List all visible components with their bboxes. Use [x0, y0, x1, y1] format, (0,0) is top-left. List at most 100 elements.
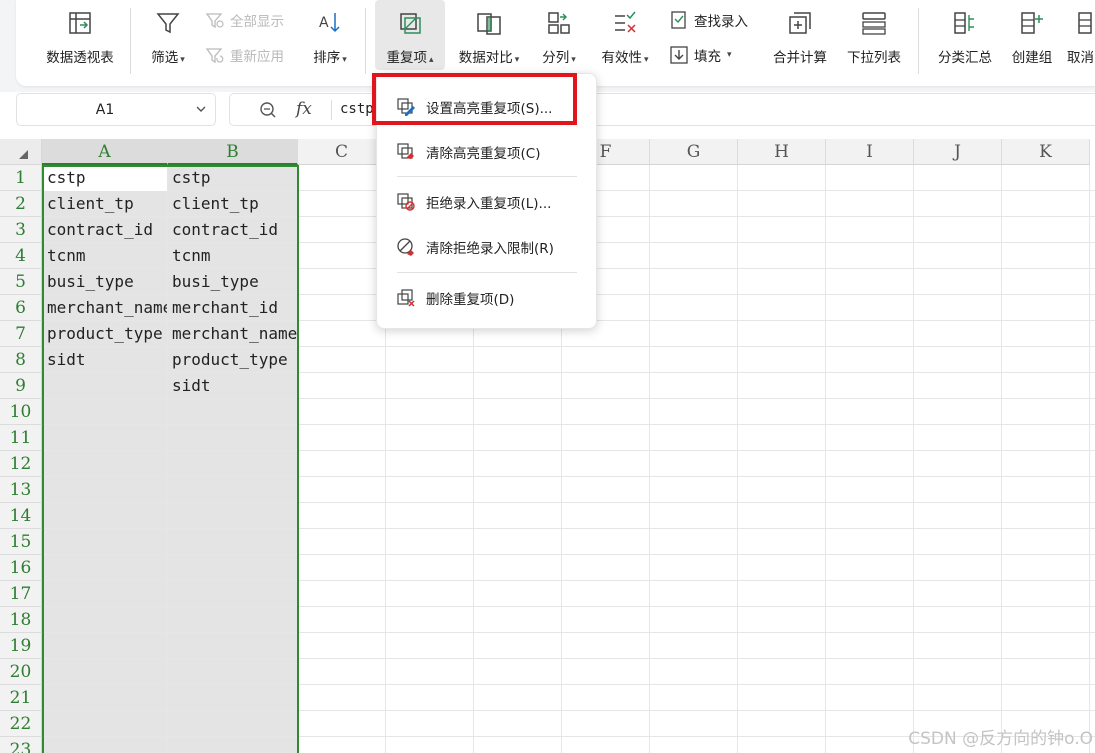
data-compare-button[interactable]: 数据对比 ▾: [452, 0, 526, 70]
row-header-18[interactable]: 18: [0, 607, 42, 633]
row-header-21[interactable]: 21: [0, 685, 42, 711]
watermark: CSDN @反方向的钟o.O: [908, 729, 1093, 749]
chevron-down-icon: ▾: [727, 50, 732, 60]
row-header-9[interactable]: 9: [0, 373, 42, 399]
reapply-button[interactable]: 重新应用: [205, 45, 284, 65]
validity-label: 有效性: [601, 50, 642, 66]
column-header-i[interactable]: I: [826, 139, 914, 165]
dropdown-list-button[interactable]: 下拉列表: [838, 0, 910, 70]
chevron-down-icon[interactable]: [195, 103, 207, 115]
menu-item-label: 清除高亮重复项(C): [426, 146, 541, 162]
sort-button[interactable]: A 排序 ▾: [306, 0, 354, 70]
menu-item-clear-restriction[interactable]: 清除拒绝录入限制(R): [377, 232, 596, 262]
name-box-value: A1: [95, 102, 115, 118]
pivot-table-label: 数据透视表: [46, 50, 114, 66]
consolidate-button[interactable]: 合并计算: [766, 0, 834, 70]
row-header-2[interactable]: 2: [0, 191, 42, 217]
column-header-c[interactable]: C: [298, 139, 386, 165]
pivot-table-button[interactable]: 数据透视表: [38, 0, 122, 70]
show-all-label: 全部显示: [230, 14, 284, 30]
selection-border: [42, 165, 299, 753]
grid-vline: [825, 165, 826, 753]
find-entry-label: 查找录入: [694, 14, 748, 30]
validity-button[interactable]: 有效性 ▾: [594, 0, 656, 70]
duplicates-button[interactable]: 重复项 ▴: [375, 0, 445, 70]
duplicates-icon: [400, 13, 421, 34]
split-column-label: 分列: [542, 50, 570, 66]
formula-input[interactable]: cstp: [340, 101, 374, 117]
filter-button[interactable]: 筛选 ▾: [140, 0, 196, 70]
row-header-8[interactable]: 8: [0, 347, 42, 373]
row-header-14[interactable]: 14: [0, 503, 42, 529]
zoom-icon[interactable]: [259, 101, 277, 119]
fx-icon[interactable]: fx: [296, 99, 312, 119]
fill-icon: [670, 46, 688, 64]
row-header-17[interactable]: 17: [0, 581, 42, 607]
annotation-highlight-box: [372, 73, 577, 125]
row-header-10[interactable]: 10: [0, 399, 42, 425]
row-header-13[interactable]: 13: [0, 477, 42, 503]
ungroup-button[interactable]: 取消: [1064, 0, 1095, 70]
subtotal-icon: [954, 12, 974, 34]
row-header-11[interactable]: 11: [0, 425, 42, 451]
row-header-12[interactable]: 12: [0, 451, 42, 477]
split-column-button[interactable]: 分列 ▾: [534, 0, 584, 70]
find-entry-icon: [671, 11, 686, 29]
column-header-b[interactable]: B: [168, 139, 298, 165]
chevron-up-icon: ▴: [428, 55, 434, 65]
subtotal-button[interactable]: 分类汇总: [928, 0, 1002, 70]
clear-restriction-icon: [397, 238, 414, 256]
consolidate-label: 合并计算: [773, 50, 827, 66]
menu-item-clear-highlight[interactable]: 清除高亮重复项(C): [377, 137, 596, 167]
menu-item-reject-duplicates[interactable]: 拒绝录入重复项(L)...: [377, 187, 596, 217]
chevron-down-icon: ▾: [180, 55, 185, 65]
menu-divider: [397, 176, 577, 177]
clear-highlight-icon: [397, 143, 414, 159]
row-header-3[interactable]: 3: [0, 217, 42, 243]
row-header-7[interactable]: 7: [0, 321, 42, 347]
row-header-1[interactable]: 1: [0, 165, 42, 191]
row-header-4[interactable]: 4: [0, 243, 42, 269]
row-header-5[interactable]: 5: [0, 269, 42, 295]
reapply-label: 重新应用: [230, 49, 284, 65]
grid-vline: [1089, 165, 1090, 753]
row-header-6[interactable]: 6: [0, 295, 42, 321]
find-entry-button[interactable]: 查找录入: [669, 10, 748, 30]
menu-item-delete-duplicates[interactable]: 删除重复项(D): [377, 283, 596, 313]
show-all-icon: [205, 13, 224, 29]
fill-button[interactable]: 填充 ▾: [669, 45, 732, 65]
name-box[interactable]: A1: [16, 93, 216, 126]
row-header-20[interactable]: 20: [0, 659, 42, 685]
column-header-j[interactable]: J: [914, 139, 1002, 165]
ribbon-divider: [365, 8, 366, 74]
row-header-15[interactable]: 15: [0, 529, 42, 555]
reapply-icon: [205, 48, 224, 64]
row-header-23[interactable]: 23: [0, 737, 42, 753]
sort-label: 排序: [313, 50, 341, 66]
formula-divider: [331, 100, 332, 120]
select-all-icon: [19, 150, 28, 159]
row-header-22[interactable]: 22: [0, 711, 42, 737]
ungroup-icon: [1078, 12, 1092, 34]
consolidate-icon: [789, 12, 811, 34]
menu-item-label: 拒绝录入重复项(L)...: [426, 196, 552, 212]
row-header-19[interactable]: 19: [0, 633, 42, 659]
select-all-corner[interactable]: [0, 139, 42, 165]
create-group-icon: [1021, 12, 1043, 34]
create-group-button[interactable]: 创建组: [1002, 0, 1062, 70]
column-header-g[interactable]: G: [650, 139, 738, 165]
show-all-button[interactable]: 全部显示: [205, 10, 284, 30]
row-header-16[interactable]: 16: [0, 555, 42, 581]
menu-item-label: 清除拒绝录入限制(R): [426, 241, 554, 257]
subtotal-label: 分类汇总: [938, 50, 992, 66]
create-group-label: 创建组: [1011, 50, 1053, 66]
formula-bar[interactable]: fx cstp: [229, 93, 1095, 126]
filter-icon: [156, 13, 180, 34]
column-header-k[interactable]: K: [1002, 139, 1090, 165]
pivot-table-icon: [69, 12, 91, 34]
grid-vline: [913, 165, 914, 753]
column-header-h[interactable]: H: [738, 139, 826, 165]
data-compare-label: 数据对比: [458, 50, 513, 66]
grid-vline: [737, 165, 738, 753]
column-header-a[interactable]: A: [42, 139, 168, 165]
